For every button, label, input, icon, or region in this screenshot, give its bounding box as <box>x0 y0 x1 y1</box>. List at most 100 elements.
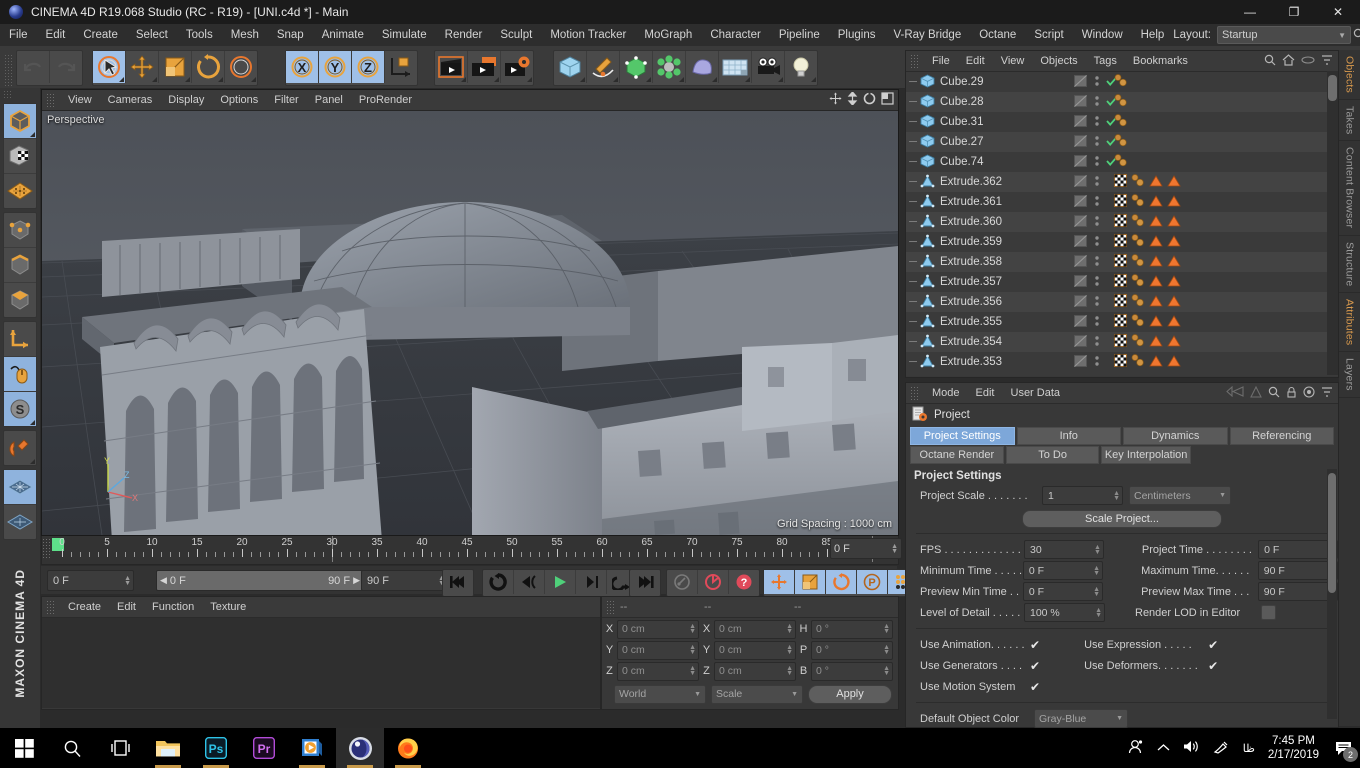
enable-dots-icon[interactable] <box>1094 94 1100 111</box>
key-parameter-button[interactable]: P <box>857 570 888 594</box>
object-row[interactable]: ─ Cube.74 <box>906 152 1338 172</box>
add-camera-button[interactable] <box>752 51 785 83</box>
spinner-icon[interactable]: ▲▼ <box>891 543 898 555</box>
material-tag-icon[interactable] <box>1114 74 1128 90</box>
material-tag-icon[interactable] <box>1131 174 1145 190</box>
menu-item-animate[interactable]: Animate <box>313 24 373 46</box>
edges-mode-button[interactable] <box>4 248 36 283</box>
selection-tag-icon[interactable] <box>1167 294 1181 310</box>
material-menu-function[interactable]: Function <box>144 597 202 617</box>
phong-tag-icon[interactable] <box>1114 334 1127 350</box>
object-menu-bookmarks[interactable]: Bookmarks <box>1125 51 1196 71</box>
panel-menu-icon[interactable] <box>1321 54 1333 69</box>
enable-dots-icon[interactable] <box>1094 274 1100 291</box>
field-input[interactable]: 0 F ▲▼ <box>1022 582 1104 601</box>
menu-item-mesh[interactable]: Mesh <box>222 24 268 46</box>
visibility-dots-icon[interactable] <box>1074 74 1088 91</box>
menu-item-script[interactable]: Script <box>1025 24 1072 46</box>
y-axis-button[interactable]: Y <box>319 51 352 83</box>
add-spline-button[interactable] <box>587 51 620 83</box>
material-tag-icon[interactable] <box>1131 334 1145 350</box>
add-generator-button[interactable] <box>620 51 653 83</box>
visibility-dots-icon[interactable] <box>1074 94 1088 111</box>
photoshop-icon[interactable]: Ps <box>192 728 240 768</box>
volume-icon[interactable] <box>1183 739 1200 757</box>
render-lod-checkbox[interactable] <box>1261 605 1276 620</box>
spinner-icon[interactable]: ▲▼ <box>1113 490 1120 502</box>
object-menu-edit[interactable]: Edit <box>958 51 993 71</box>
timeline-ruler[interactable]: 051015202530354045505560657075808590 <box>42 536 898 562</box>
object-manager-grip[interactable] <box>910 54 920 68</box>
lock-icon[interactable] <box>1286 386 1297 401</box>
apply-button[interactable]: Apply <box>808 684 892 704</box>
coord-position-field[interactable]: 0 cm ▲ ▼ <box>617 661 699 681</box>
redo-button[interactable] <box>50 51 82 83</box>
grid-snap-button[interactable] <box>4 505 36 539</box>
spinner-icon[interactable]: ▲▼ <box>1094 544 1101 556</box>
snap-settings-button[interactable]: S <box>4 392 36 426</box>
timeline-ruler-panel[interactable]: 051015202530354045505560657075808590 <box>41 536 899 565</box>
pen-input-icon[interactable] <box>1213 739 1230 757</box>
minimize-button[interactable]: — <box>1228 0 1272 24</box>
visibility-dots-icon[interactable] <box>1074 274 1088 291</box>
range-left-arrow-icon[interactable]: ◀ <box>160 575 167 586</box>
add-cube-button[interactable] <box>554 51 587 83</box>
coordinate-space-dropdown[interactable]: World ▼ <box>614 684 706 704</box>
menu-item-octane[interactable]: Octane <box>970 24 1025 46</box>
viewport-3d-canvas[interactable]: Perspective Grid Spacing : 1000 cm Y X Z <box>42 111 898 535</box>
link-icon[interactable] <box>1301 55 1315 68</box>
object-row[interactable]: ─ Extrude.359 <box>906 232 1338 252</box>
next-frame-button[interactable] <box>576 570 607 594</box>
coord-size-field[interactable]: 0 cm ▲ ▼ <box>714 640 796 660</box>
attributes-tab-info[interactable]: Info <box>1016 427 1121 445</box>
language-indicator[interactable]: ظا <box>1243 742 1255 755</box>
coord-size-field[interactable]: 0 cm ▲ ▼ <box>714 619 796 639</box>
object-row[interactable]: ─ Extrude.357 <box>906 272 1338 292</box>
menu-item-motion-tracker[interactable]: Motion Tracker <box>541 24 635 46</box>
selection-tag-icon[interactable] <box>1149 274 1163 290</box>
spinner-icon[interactable]: ▲▼ <box>883 623 890 635</box>
scale-tool-button[interactable] <box>159 51 192 83</box>
checkbox-checked-icon[interactable]: ✔ <box>1030 659 1040 673</box>
attributes-tab-dynamics[interactable]: Dynamics <box>1123 427 1228 445</box>
phong-tag-icon[interactable] <box>1114 294 1127 310</box>
left-toolbar-grip[interactable] <box>3 90 13 100</box>
material-tag-icon[interactable] <box>1114 94 1128 110</box>
menu-item-select[interactable]: Select <box>127 24 177 46</box>
material-tag-icon[interactable] <box>1131 214 1145 230</box>
cinema4d-icon[interactable] <box>336 728 384 768</box>
select-tool-button[interactable] <box>93 51 126 83</box>
clock[interactable]: 7:45 PM 2/17/2019 <box>1268 734 1319 762</box>
autokey-button[interactable] <box>667 570 698 594</box>
timeline-grip[interactable] <box>42 538 51 560</box>
play-button[interactable] <box>545 570 576 594</box>
menu-item-v-ray-bridge[interactable]: V-Ray Bridge <box>884 24 970 46</box>
spinner-icon[interactable]: ▲▼ <box>1095 607 1102 619</box>
start-icon[interactable] <box>0 728 48 768</box>
key-scale-button[interactable] <box>795 570 826 594</box>
object-row[interactable]: ─ Extrude.362 <box>906 172 1338 192</box>
go-to-start-button[interactable] <box>443 570 473 594</box>
viewport-menu-cameras[interactable]: Cameras <box>100 90 161 110</box>
visibility-dots-icon[interactable] <box>1074 354 1088 371</box>
enable-dots-icon[interactable] <box>1094 334 1100 351</box>
object-menu-file[interactable]: File <box>924 51 958 71</box>
material-menu-texture[interactable]: Texture <box>202 597 254 617</box>
spinner-icon[interactable]: ▲▼ <box>883 665 890 677</box>
material-grip[interactable] <box>46 600 56 614</box>
menu-item-snap[interactable]: Snap <box>268 24 313 46</box>
coordinate-mode-dropdown[interactable]: Scale ▼ <box>711 684 803 704</box>
points-mode-button[interactable] <box>4 213 36 248</box>
x-axis-button[interactable]: X <box>286 51 319 83</box>
enable-dots-icon[interactable] <box>1094 234 1100 251</box>
dock-tab-objects[interactable]: Objects <box>1339 50 1360 100</box>
move-camera-icon[interactable] <box>829 92 842 108</box>
object-row[interactable]: ─ Extrude.360 <box>906 212 1338 232</box>
target-icon[interactable] <box>1303 385 1315 401</box>
add-environment-button[interactable] <box>719 51 752 83</box>
menu-item-edit[interactable]: Edit <box>37 24 75 46</box>
spinner-icon[interactable]: ▲▼ <box>689 644 696 656</box>
spinner-icon[interactable]: ▲▼ <box>689 623 696 635</box>
scale-project-button[interactable]: Scale Project... <box>1022 510 1222 528</box>
object-row[interactable]: ─ Cube.28 <box>906 92 1338 112</box>
